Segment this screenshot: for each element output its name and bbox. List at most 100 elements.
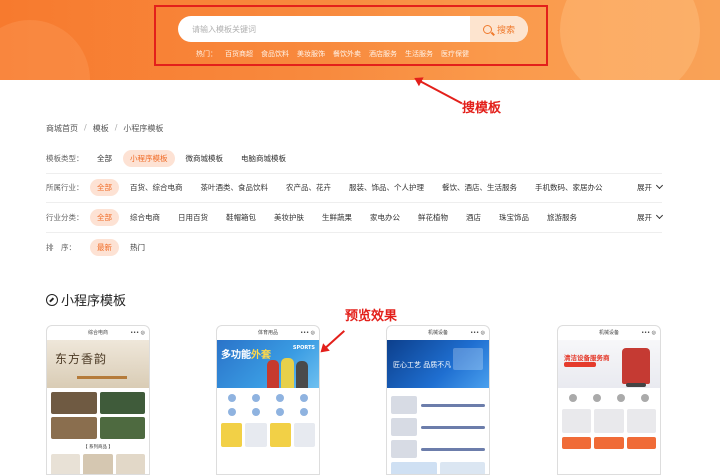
product-image (115, 454, 145, 474)
more-icon: ••• ◎ (300, 330, 315, 336)
category-icon (221, 394, 242, 405)
card-header: 综合电商 ••• ◎ (47, 326, 149, 340)
divider (46, 202, 662, 203)
card-hero: 东方香韵 (47, 340, 149, 388)
category-icon (562, 394, 583, 405)
filter-option[interactable]: 家电办公 (363, 209, 407, 226)
expand-label: 展开 (637, 212, 652, 222)
filter-option[interactable]: 微商城模板 (179, 150, 231, 167)
annotation-preview-label: 预览效果 (345, 309, 398, 324)
card-hero-text: 清洁设备服务商 (564, 354, 610, 362)
card-hero-text: 东方香韵 (55, 352, 108, 366)
card-header-title: 体育用品 (257, 330, 278, 336)
breadcrumb-item[interactable]: 商城首页 (46, 123, 78, 134)
promo-banner (221, 423, 243, 447)
product-image (439, 462, 485, 474)
more-icon: ••• ◎ (130, 330, 145, 336)
category-icon (245, 408, 266, 419)
filter-label: 模板类型： (46, 153, 84, 163)
card-header: 机械设备 ••• ◎ (558, 326, 660, 340)
filter-option[interactable]: 手机数码、家居办公 (528, 179, 610, 196)
promo-banner (269, 423, 291, 447)
card-hero: 清洁设备服务商 (558, 340, 660, 388)
filter-option-selected[interactable]: 小程序模板 (123, 149, 175, 167)
expand-button[interactable]: 展开 (637, 211, 664, 223)
product-list-item (391, 396, 485, 414)
template-card[interactable]: 机械设备 ••• ◎ 清洁设备服务商 (557, 325, 661, 475)
price-tag (594, 437, 624, 449)
chevron-down-icon (655, 211, 664, 220)
banner-decoration (0, 20, 90, 80)
filter-row-sort: 排 序： 最新 热门 (46, 236, 662, 258)
filter-option[interactable]: 全部 (90, 150, 119, 167)
filter-option[interactable]: 日用百货 (171, 209, 215, 226)
card-hero-text: 匠心工艺 品质不凡 (393, 361, 452, 369)
category-icon (611, 394, 632, 405)
category-icon (270, 408, 291, 419)
sort-option-selected[interactable]: 最新 (90, 238, 119, 256)
price-tag (562, 437, 592, 449)
filter-option[interactable]: 百货、综合电商 (123, 179, 190, 196)
annotation-arrow (415, 78, 463, 105)
divider (46, 173, 662, 174)
card-hero: 多功能外套 SPORTS (217, 340, 319, 388)
filter-option[interactable]: 鞋帽箱包 (219, 209, 263, 226)
divider (46, 232, 662, 233)
filter-option[interactable]: 茶叶酒类、食品饮料 (194, 179, 276, 196)
breadcrumb-item[interactable]: 模板 (93, 123, 109, 134)
category-icon (294, 394, 315, 405)
product-image (83, 454, 113, 474)
filter-label: 所属行业： (46, 182, 84, 192)
filter-row-category: 行业分类： 全部 综合电商 日用百货 鞋帽箱包 美妆护肤 生鲜蔬果 家电办公 鲜… (46, 206, 664, 228)
machine-image (453, 348, 483, 370)
template-card[interactable]: 综合电商 ••• ◎ 东方香韵 【 系列商品 】 (46, 325, 150, 475)
annotation-search-label: 搜模板 (462, 101, 502, 116)
card-header: 体育用品 ••• ◎ (217, 326, 319, 340)
card-header-title: 机械设备 (598, 330, 619, 336)
banner-decoration (560, 0, 700, 80)
model-image (296, 361, 308, 388)
expand-button[interactable]: 展开 (637, 181, 664, 193)
product-image (245, 423, 267, 447)
category-icon (245, 394, 266, 405)
model-image (267, 360, 279, 388)
product-image (594, 409, 624, 433)
product-list-item (391, 418, 485, 436)
card-header-title: 综合电商 (87, 330, 108, 336)
filter-option[interactable]: 农产品、花卉 (279, 179, 338, 196)
filter-option[interactable]: 服装、饰品、个人护理 (342, 179, 431, 196)
filter-option[interactable]: 电脑商城模板 (234, 150, 293, 167)
card-header: 机械设备 ••• ◎ (387, 326, 489, 340)
annotation-highlight-box (154, 5, 548, 66)
product-image (562, 409, 592, 433)
filter-option[interactable]: 餐饮、酒店、生活服务 (435, 179, 524, 196)
filter-option[interactable]: 鲜花植物 (411, 209, 455, 226)
filter-option-selected[interactable]: 全部 (90, 178, 119, 196)
card-section-tag: 【 系列商品 】 (83, 445, 113, 450)
filter-option[interactable]: 美妆护肤 (267, 209, 311, 226)
breadcrumb-separator: / (114, 123, 118, 132)
section-title: 小程序模板 (46, 290, 126, 309)
template-card[interactable]: 机械设备 ••• ◎ 匠心工艺 品质不凡 (386, 325, 490, 475)
filter-option[interactable]: 综合电商 (123, 209, 167, 226)
product-image (391, 462, 437, 474)
filter-option[interactable]: 酒店 (459, 209, 488, 226)
card-header-title: 机械设备 (427, 330, 448, 336)
filter-row-industry: 所属行业： 全部 百货、综合电商 茶叶酒类、食品饮料 农产品、花卉 服装、饰品、… (46, 176, 664, 198)
filter-option[interactable]: 生鲜蔬果 (315, 209, 359, 226)
category-icon (635, 394, 656, 405)
category-icon (586, 394, 607, 405)
product-image (51, 454, 81, 474)
filter-option-selected[interactable]: 全部 (90, 208, 119, 226)
breadcrumb: 商城首页 / 模板 / 小程序模板 (46, 123, 163, 134)
more-icon: ••• ◎ (641, 330, 656, 336)
sort-option[interactable]: 热门 (123, 239, 152, 256)
template-card[interactable]: 体育用品 ••• ◎ 多功能外套 SPORTS (216, 325, 320, 475)
product-list-item (391, 440, 485, 458)
filter-option[interactable]: 珠宝饰品 (492, 209, 536, 226)
card-hero-subtitle-bar (564, 362, 596, 367)
filter-option[interactable]: 旅游服务 (540, 209, 584, 226)
category-icon (270, 394, 291, 405)
cleaning-machine-image (622, 348, 650, 387)
product-image (99, 392, 145, 414)
